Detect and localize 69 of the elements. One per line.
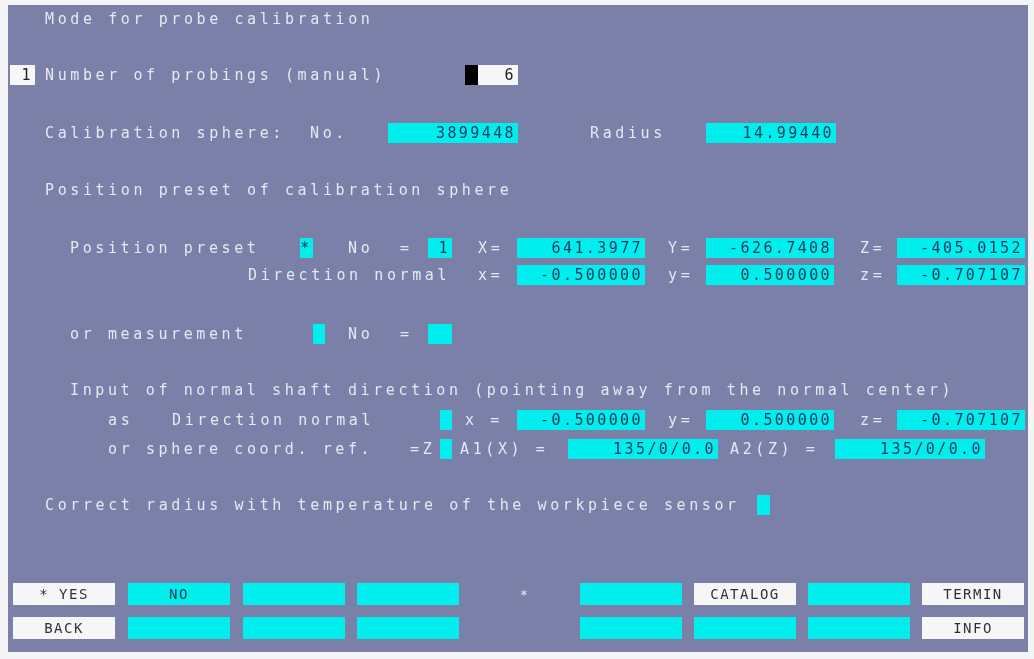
field-label: No bbox=[348, 324, 374, 345]
field-label: Calibration sphere: bbox=[45, 123, 285, 144]
equals-sign: = bbox=[400, 238, 413, 259]
softkey[interactable] bbox=[128, 617, 230, 639]
value-field[interactable]: -405.0152 bbox=[897, 238, 1025, 258]
field-label: =Z bbox=[410, 439, 436, 460]
value-field[interactable]: -0.707107 bbox=[897, 265, 1025, 285]
field-label: No. bbox=[310, 123, 348, 144]
value-field[interactable] bbox=[428, 324, 452, 344]
softkey[interactable]: TERMIN bbox=[922, 583, 1024, 605]
line-number-field[interactable]: 1 bbox=[10, 65, 35, 85]
value-field[interactable]: 1 bbox=[428, 238, 452, 258]
value-field[interactable]: -0.500000 bbox=[517, 410, 645, 430]
option-box[interactable] bbox=[440, 439, 452, 459]
field-label: No bbox=[348, 238, 374, 259]
softkey[interactable] bbox=[243, 617, 345, 639]
coordinate-label: Z= bbox=[860, 238, 886, 259]
field-label: Radius bbox=[590, 123, 666, 144]
softkey[interactable] bbox=[580, 583, 682, 605]
coordinate-label: y= bbox=[668, 410, 694, 431]
softkey[interactable] bbox=[357, 583, 459, 605]
value-field[interactable]: 0.500000 bbox=[706, 410, 834, 430]
coordinate-label: x= bbox=[478, 265, 504, 286]
softkey[interactable]: INFO bbox=[922, 617, 1024, 639]
angle-label: A1(X) = bbox=[460, 439, 549, 460]
softkey[interactable]: BACK bbox=[13, 617, 115, 639]
field-label: Direction normal bbox=[248, 265, 451, 286]
screen-title: Mode for probe calibration bbox=[45, 9, 374, 30]
value-field[interactable]: 135/0/0.0 bbox=[835, 439, 985, 459]
coordinate-label: z= bbox=[860, 410, 886, 431]
field-label: Direction normal bbox=[172, 410, 375, 431]
coordinate-label: Y= bbox=[668, 238, 694, 259]
option-box[interactable] bbox=[313, 324, 325, 344]
section-heading: Position preset of calibration sphere bbox=[45, 180, 513, 201]
softkey[interactable] bbox=[808, 617, 910, 639]
field-label: or sphere coord. ref. bbox=[108, 439, 374, 460]
value-field[interactable]: 14.99440 bbox=[706, 123, 836, 143]
value-field[interactable]: 0.500000 bbox=[706, 265, 834, 285]
coordinate-label: X= bbox=[478, 238, 504, 259]
value-field[interactable]: 3899448 bbox=[388, 123, 518, 143]
field-label: Correct radius with temperature of the workpiece sensor bbox=[45, 495, 740, 516]
value-field[interactable]: -626.7408 bbox=[706, 238, 834, 258]
softkey-marker: * bbox=[520, 586, 532, 602]
coordinate-label: x = bbox=[465, 410, 503, 431]
field-label: Position preset bbox=[70, 238, 260, 259]
softkey[interactable] bbox=[580, 617, 682, 639]
field-label: Number of probings (manual) bbox=[45, 65, 387, 86]
coordinate-label: z= bbox=[860, 265, 886, 286]
selected-option[interactable]: * bbox=[300, 238, 313, 258]
value-field[interactable]: 641.3977 bbox=[517, 238, 645, 258]
option-box[interactable] bbox=[757, 495, 770, 515]
softkey[interactable]: NO bbox=[128, 583, 230, 605]
equals-sign: = bbox=[400, 324, 413, 345]
value-field[interactable]: 6 bbox=[465, 65, 518, 85]
section-heading: Input of normal shaft direction (pointing away from the normal center) bbox=[70, 380, 955, 401]
value-field[interactable]: 135/0/0.0 bbox=[568, 439, 718, 459]
field-label: or measurement bbox=[70, 324, 247, 345]
softkey[interactable] bbox=[357, 617, 459, 639]
softkey[interactable] bbox=[694, 617, 796, 639]
value-field[interactable]: -0.707107 bbox=[897, 410, 1025, 430]
softkey[interactable]: * YES bbox=[13, 583, 115, 605]
softkey[interactable] bbox=[243, 583, 345, 605]
coordinate-label: y= bbox=[668, 265, 694, 286]
softkey[interactable] bbox=[808, 583, 910, 605]
angle-label: A2(Z) = bbox=[730, 439, 819, 460]
option-box[interactable] bbox=[440, 410, 452, 430]
softkey[interactable]: CATALOG bbox=[694, 583, 796, 605]
field-label: as bbox=[108, 410, 134, 431]
value-field[interactable]: -0.500000 bbox=[517, 265, 645, 285]
